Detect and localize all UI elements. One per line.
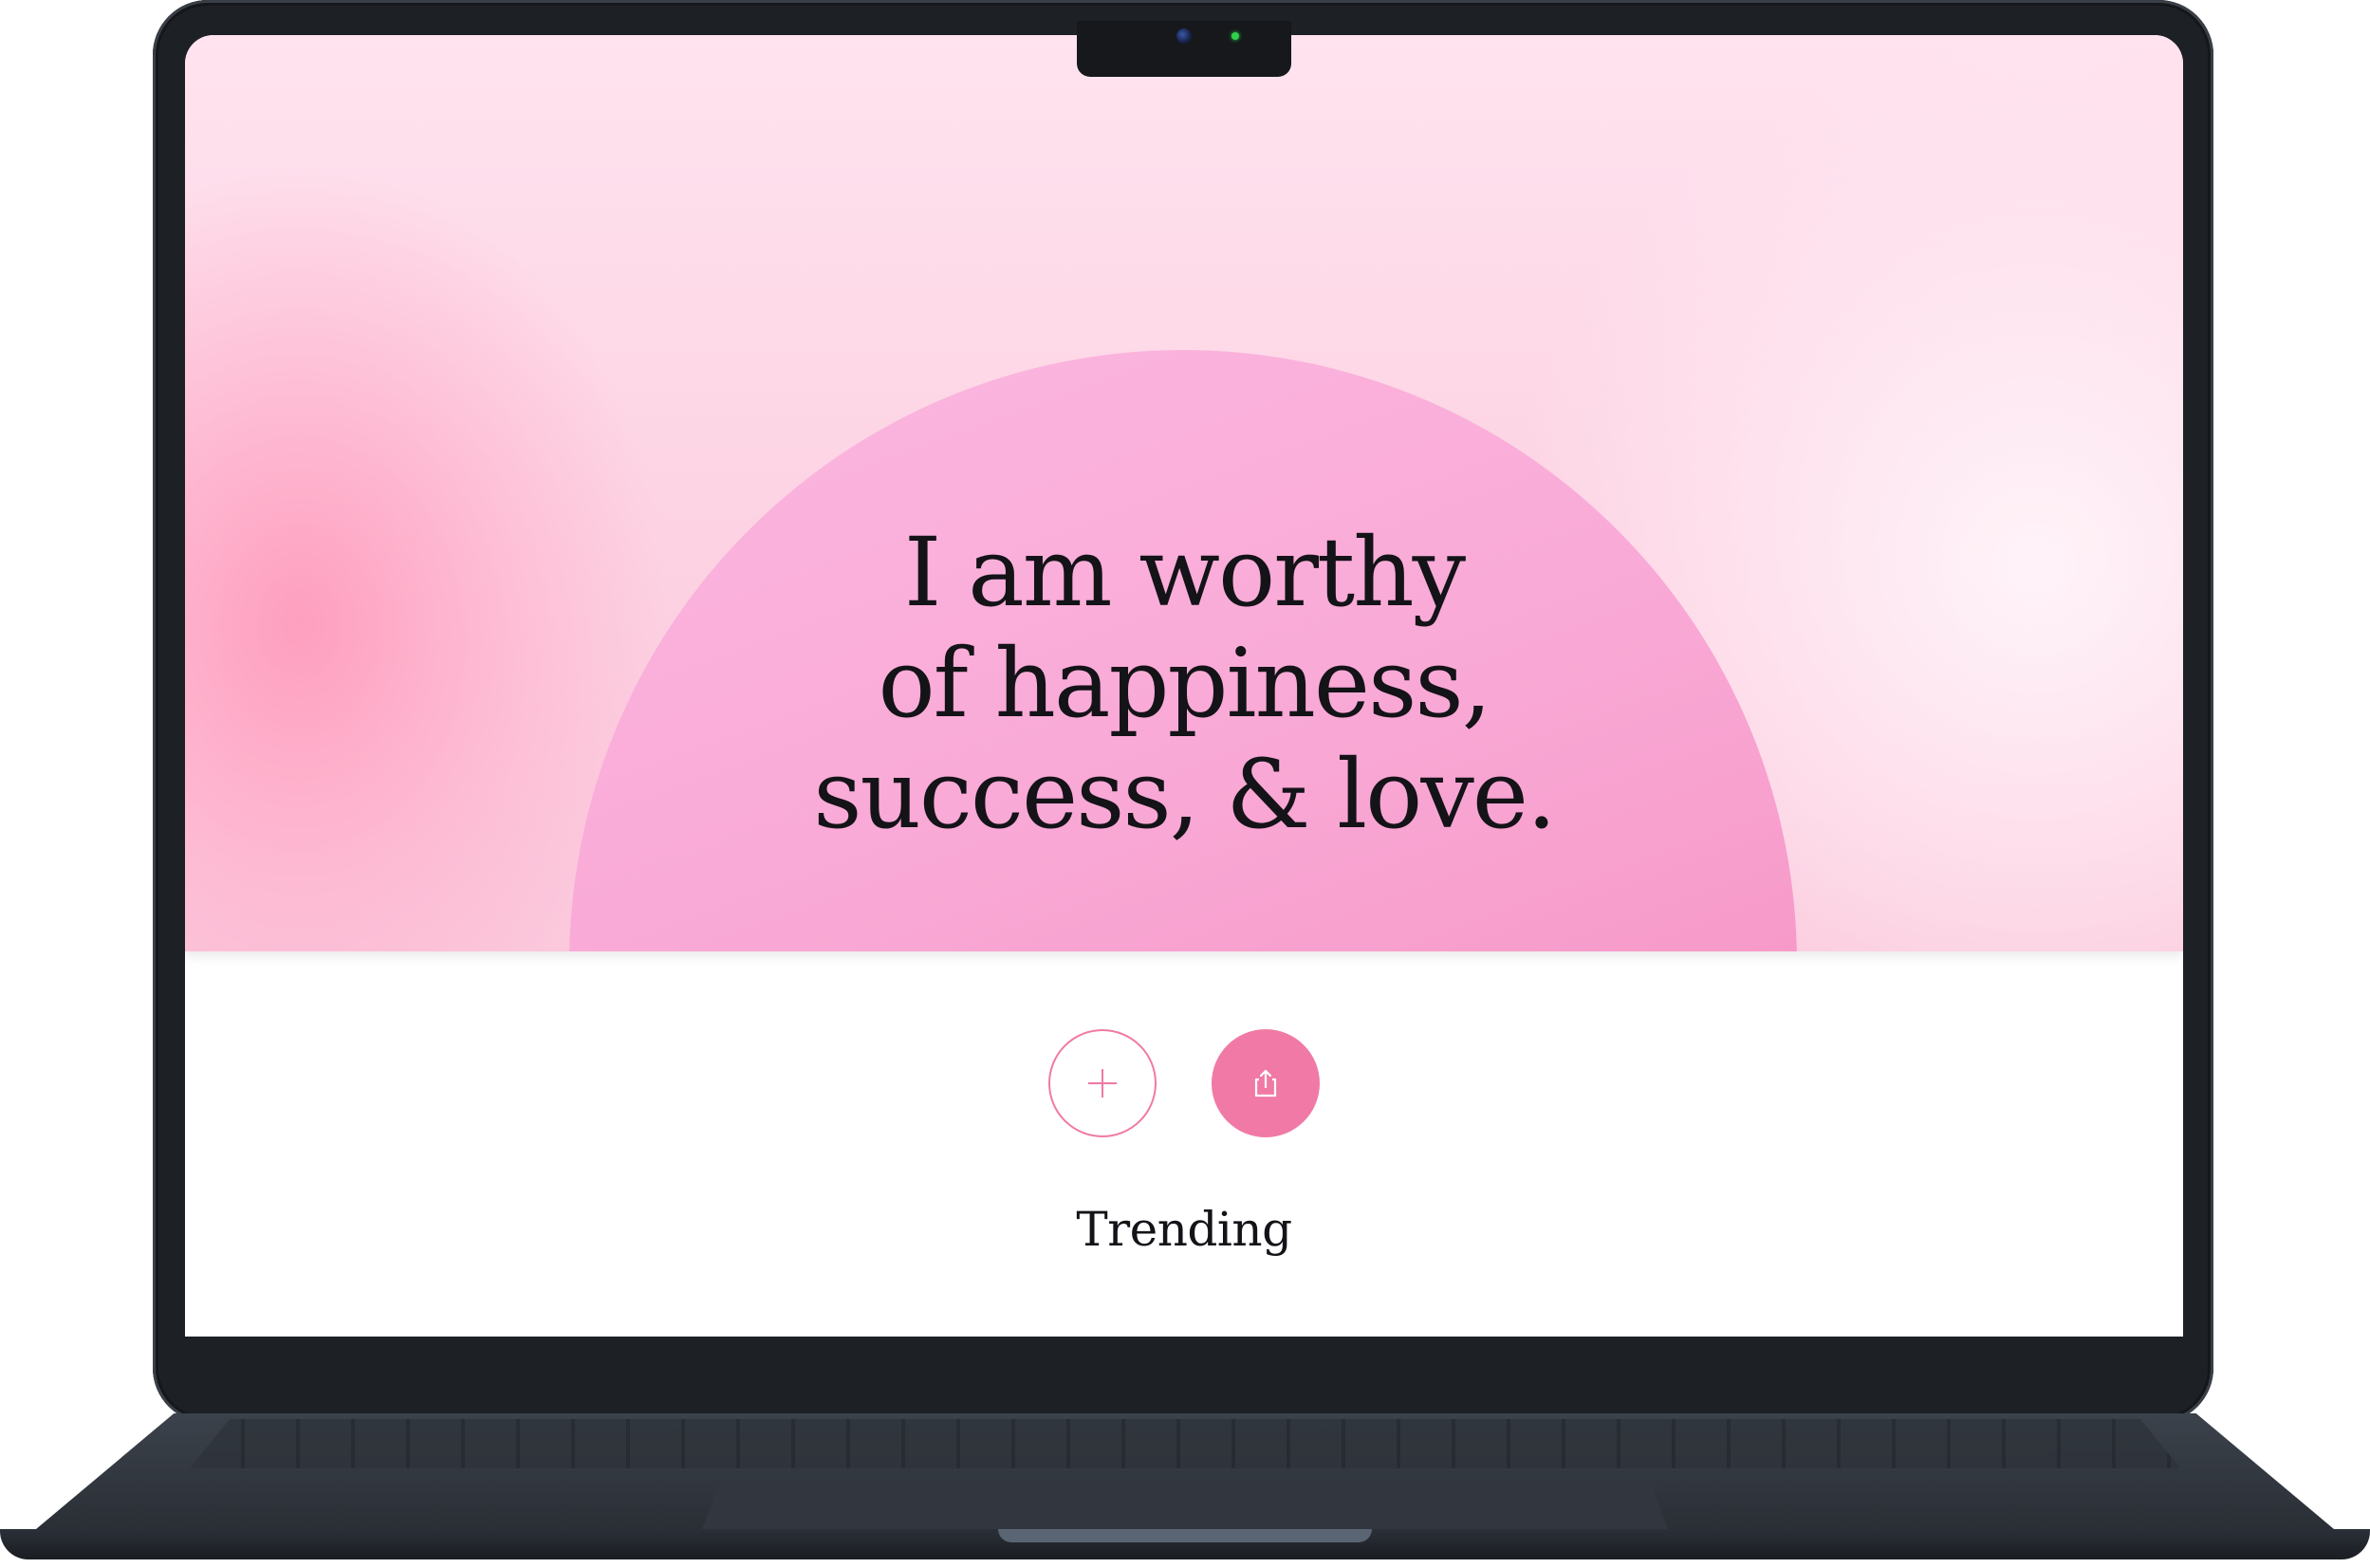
affirmation-card: I am worthy of happiness, success, & lov… — [185, 35, 2183, 951]
app-screen: I am worthy of happiness, success, & lov… — [185, 35, 2183, 1337]
trending-heading: Trending — [1076, 1202, 1292, 1257]
share-button[interactable] — [1212, 1029, 1320, 1137]
camera-indicator-light — [1231, 32, 1239, 40]
add-button[interactable] — [1048, 1029, 1157, 1137]
trackpad — [702, 1478, 1668, 1529]
affirmation-text: I am worthy of happiness, success, & lov… — [185, 517, 2183, 850]
affirmation-line: I am worthy — [903, 517, 1466, 628]
share-icon — [1254, 1069, 1277, 1098]
plus-icon — [1088, 1069, 1117, 1098]
camera-lens-icon — [1176, 28, 1192, 44]
opening-lip — [998, 1529, 1372, 1542]
affirmation-line: success, & love. — [813, 739, 1557, 850]
laptop-base — [0, 1413, 2370, 1568]
affirmation-line: of happiness, — [878, 628, 1491, 739]
keyboard-keys — [190, 1419, 2180, 1468]
laptop-mockup: I am worthy of happiness, success, & lov… — [0, 0, 2370, 1568]
